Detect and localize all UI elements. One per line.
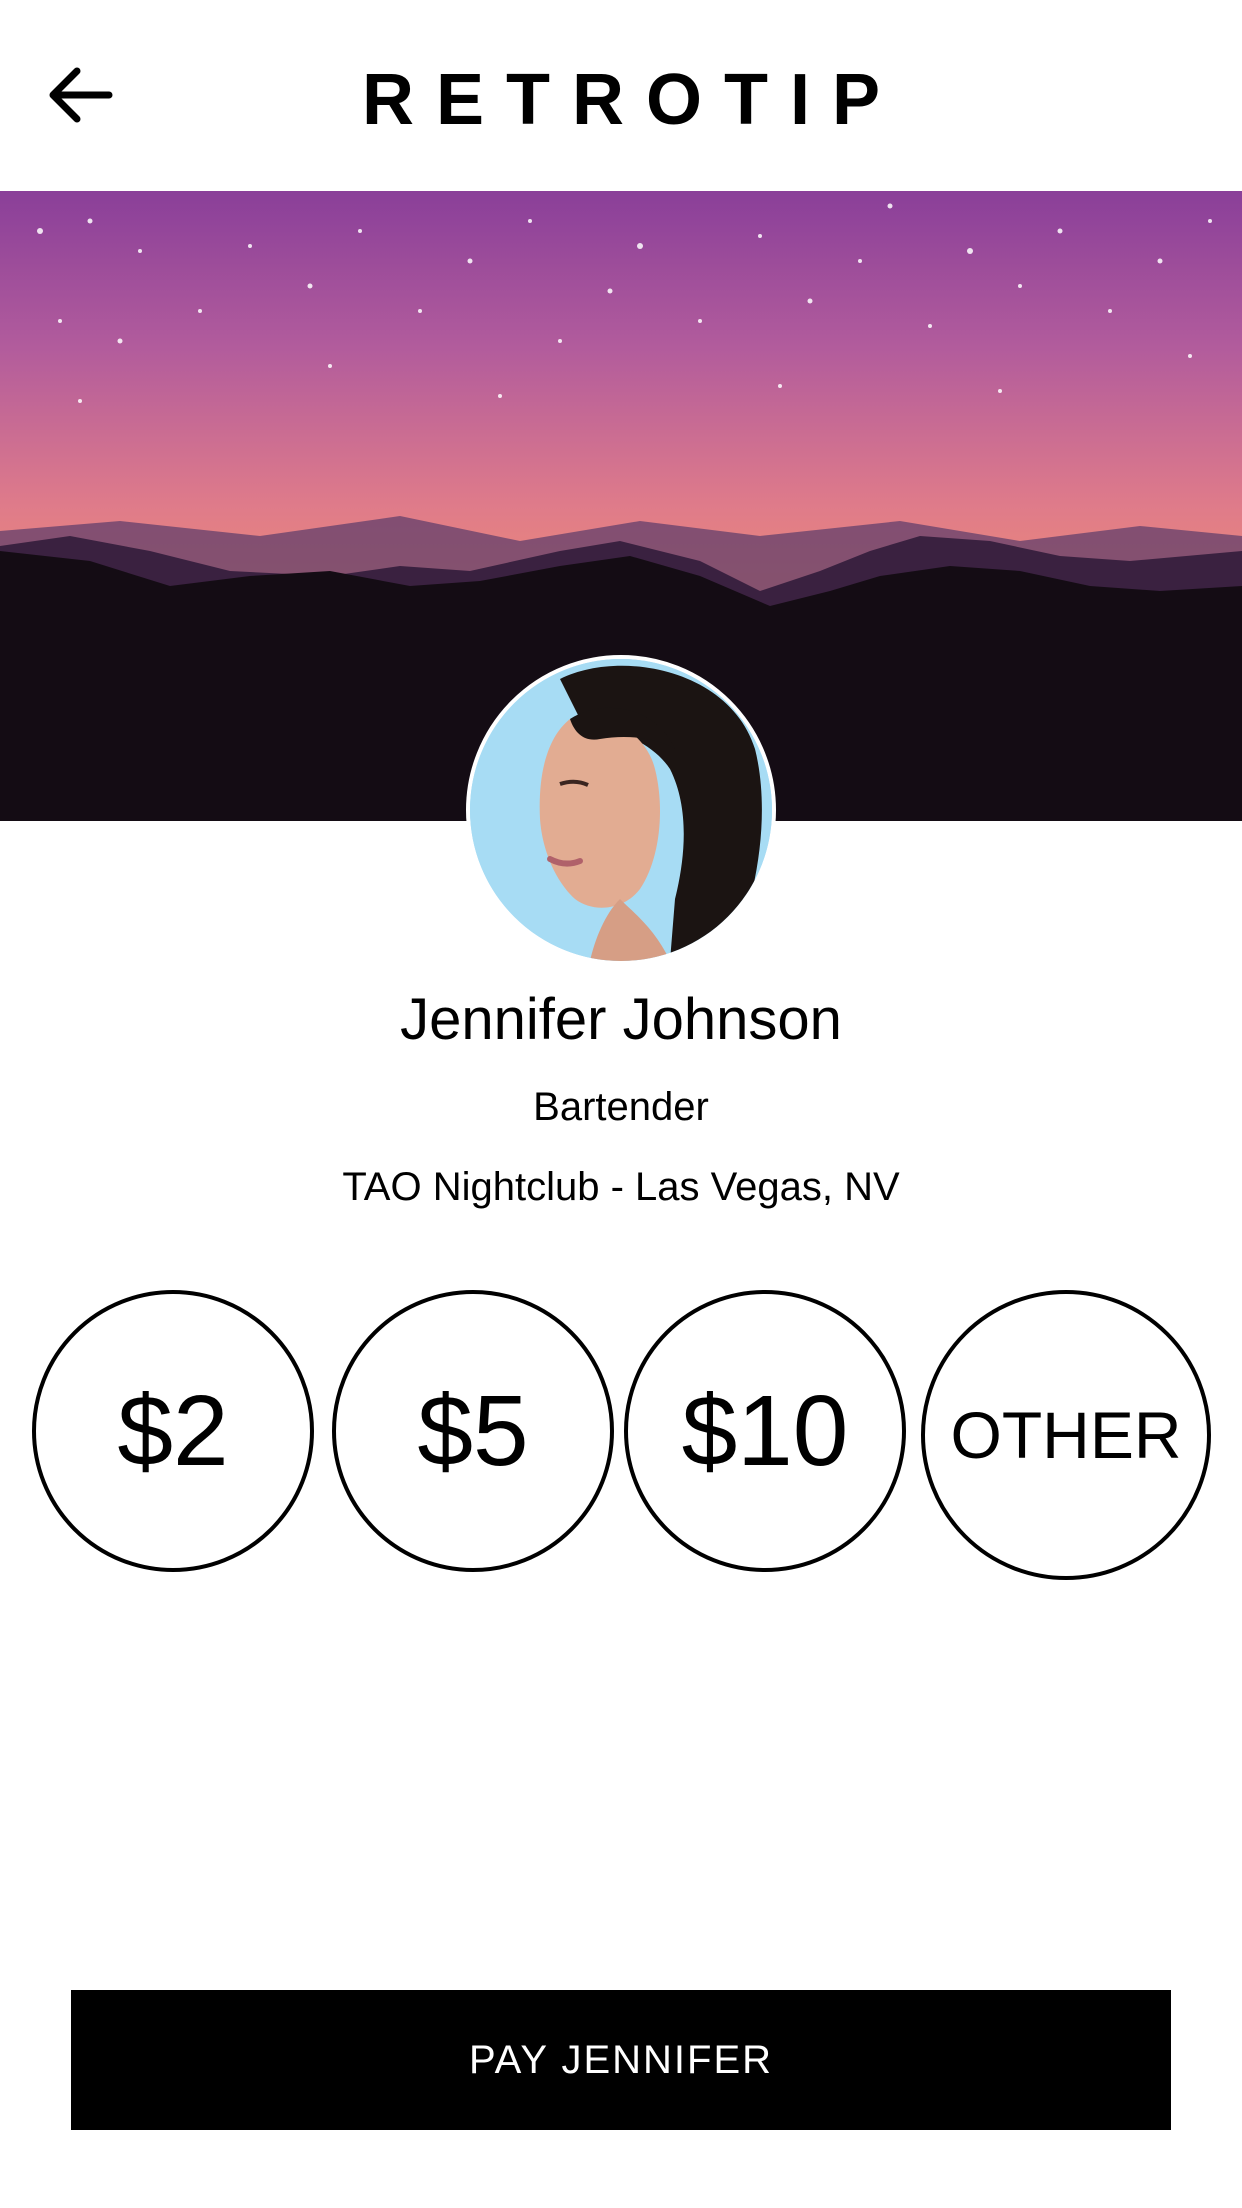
tip-option-5[interactable]: $5 xyxy=(332,1290,614,1572)
tip-option-2[interactable]: $2 xyxy=(32,1290,314,1572)
pay-button[interactable]: PAY JENNIFER xyxy=(71,1990,1171,2130)
app-title: RETROTIP xyxy=(361,60,902,140)
profile-name: Jennifer Johnson xyxy=(400,987,842,1052)
avatar xyxy=(466,655,776,965)
tip-option-10[interactable]: $10 xyxy=(624,1290,906,1572)
top-bar: RETROTIP xyxy=(0,0,1242,190)
profile-role: Bartender xyxy=(533,1085,709,1129)
tip-option-other[interactable]: OTHER xyxy=(921,1290,1211,1580)
profile-venue: TAO Nightclub - Las Vegas, NV xyxy=(342,1165,900,1209)
